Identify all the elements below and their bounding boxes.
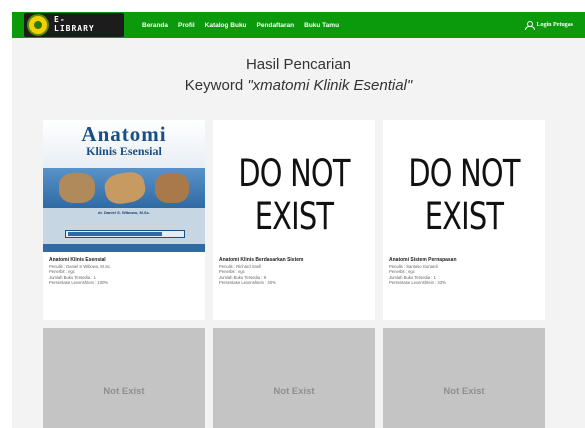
emblem-icon: [27, 14, 49, 36]
book-info: Anatomi Sistem Pernapasan Penulis : Sant…: [389, 257, 539, 286]
page-title: Hasil Pencarian: [245, 56, 352, 73]
book-title[interactable]: Anatomi Klinis Esensial: [49, 257, 199, 264]
missing-image-text: DO NOT EXIST: [408, 152, 520, 238]
keyword-value: "xmatomi Klinik Esential": [247, 77, 413, 94]
book-cover[interactable]: Anatomi Klinis Esensial dr. Daniel S. Wi…: [43, 120, 205, 252]
placeholder-text: Not Exist: [103, 386, 145, 397]
keyword-prefix: Keyword: [184, 77, 244, 94]
book-card[interactable]: Anatomi Klinis Esensial dr. Daniel S. Wi…: [43, 120, 205, 320]
navbar: E- LIBRARY Beranda Profil Katalog Buku P…: [12, 12, 585, 38]
cover-image: Anatomi Klinis Esensial dr. Daniel S. Wi…: [43, 120, 205, 252]
nav-item-beranda[interactable]: Beranda: [142, 22, 168, 29]
book-card[interactable]: DO NOT EXIST Anatomi Klinis Berdasarkan …: [213, 120, 375, 320]
missing-image-text: DO NOT EXIST: [238, 152, 350, 238]
cover-title: Anatomi: [81, 122, 167, 146]
cover-subtitle: Klinis Esensial: [86, 144, 162, 158]
book-cover[interactable]: DO NOT EXIST: [383, 120, 545, 252]
login-label: Login Petugas: [536, 22, 573, 28]
search-keyword: Keyword "xmatomi Klinik Esential": [12, 77, 585, 94]
nav-item-pendaftaran[interactable]: Pendaftaran: [257, 22, 295, 29]
skull-illustration: [59, 173, 95, 203]
placeholder-text: Not Exist: [273, 386, 315, 397]
book-title[interactable]: Anatomi Sistem Pernapasan: [389, 257, 539, 264]
cover-author: dr. Daniel S. Wibowo, M.Sc.: [98, 210, 150, 215]
book-score: Persentase Levenshtein : 100%: [49, 280, 109, 286]
page-frame: E- LIBRARY Beranda Profil Katalog Buku P…: [12, 12, 585, 428]
user-icon: [525, 21, 536, 30]
nav-item-katalog-buku[interactable]: Katalog Buku: [205, 22, 247, 29]
logo[interactable]: E- LIBRARY: [24, 13, 124, 37]
book-placeholder[interactable]: Not Exist: [213, 328, 375, 428]
nav-menu: Beranda Profil Katalog Buku Pendaftaran …: [142, 12, 349, 38]
placeholder-text: Not Exist: [443, 386, 485, 397]
book-card[interactable]: DO NOT EXIST Anatomi Sistem Pernapasan P…: [383, 120, 545, 320]
logo-text: E- LIBRARY: [54, 15, 95, 33]
book-title[interactable]: Anatomi Klinis Berdasarkan Sistem: [219, 257, 369, 264]
nav-item-profil[interactable]: Profil: [178, 22, 195, 29]
nav-item-buku-tamu[interactable]: Buku Tamu: [304, 22, 339, 29]
book-placeholder[interactable]: Not Exist: [383, 328, 545, 428]
book-placeholder[interactable]: Not Exist: [43, 328, 205, 428]
book-score: Persentase Levenshtein : 33%: [389, 280, 446, 286]
book-cover[interactable]: DO NOT EXIST: [213, 120, 375, 252]
hand-illustration: [155, 173, 189, 203]
book-info: Anatomi Klinis Berdasarkan Sistem Penuli…: [219, 257, 369, 286]
book-score: Persentase Levenshtein : 40%: [219, 280, 276, 286]
book-info: Anatomi Klinis Esensial Penulis : Daniel…: [49, 257, 199, 286]
login-link[interactable]: Login Petugas: [525, 12, 573, 38]
